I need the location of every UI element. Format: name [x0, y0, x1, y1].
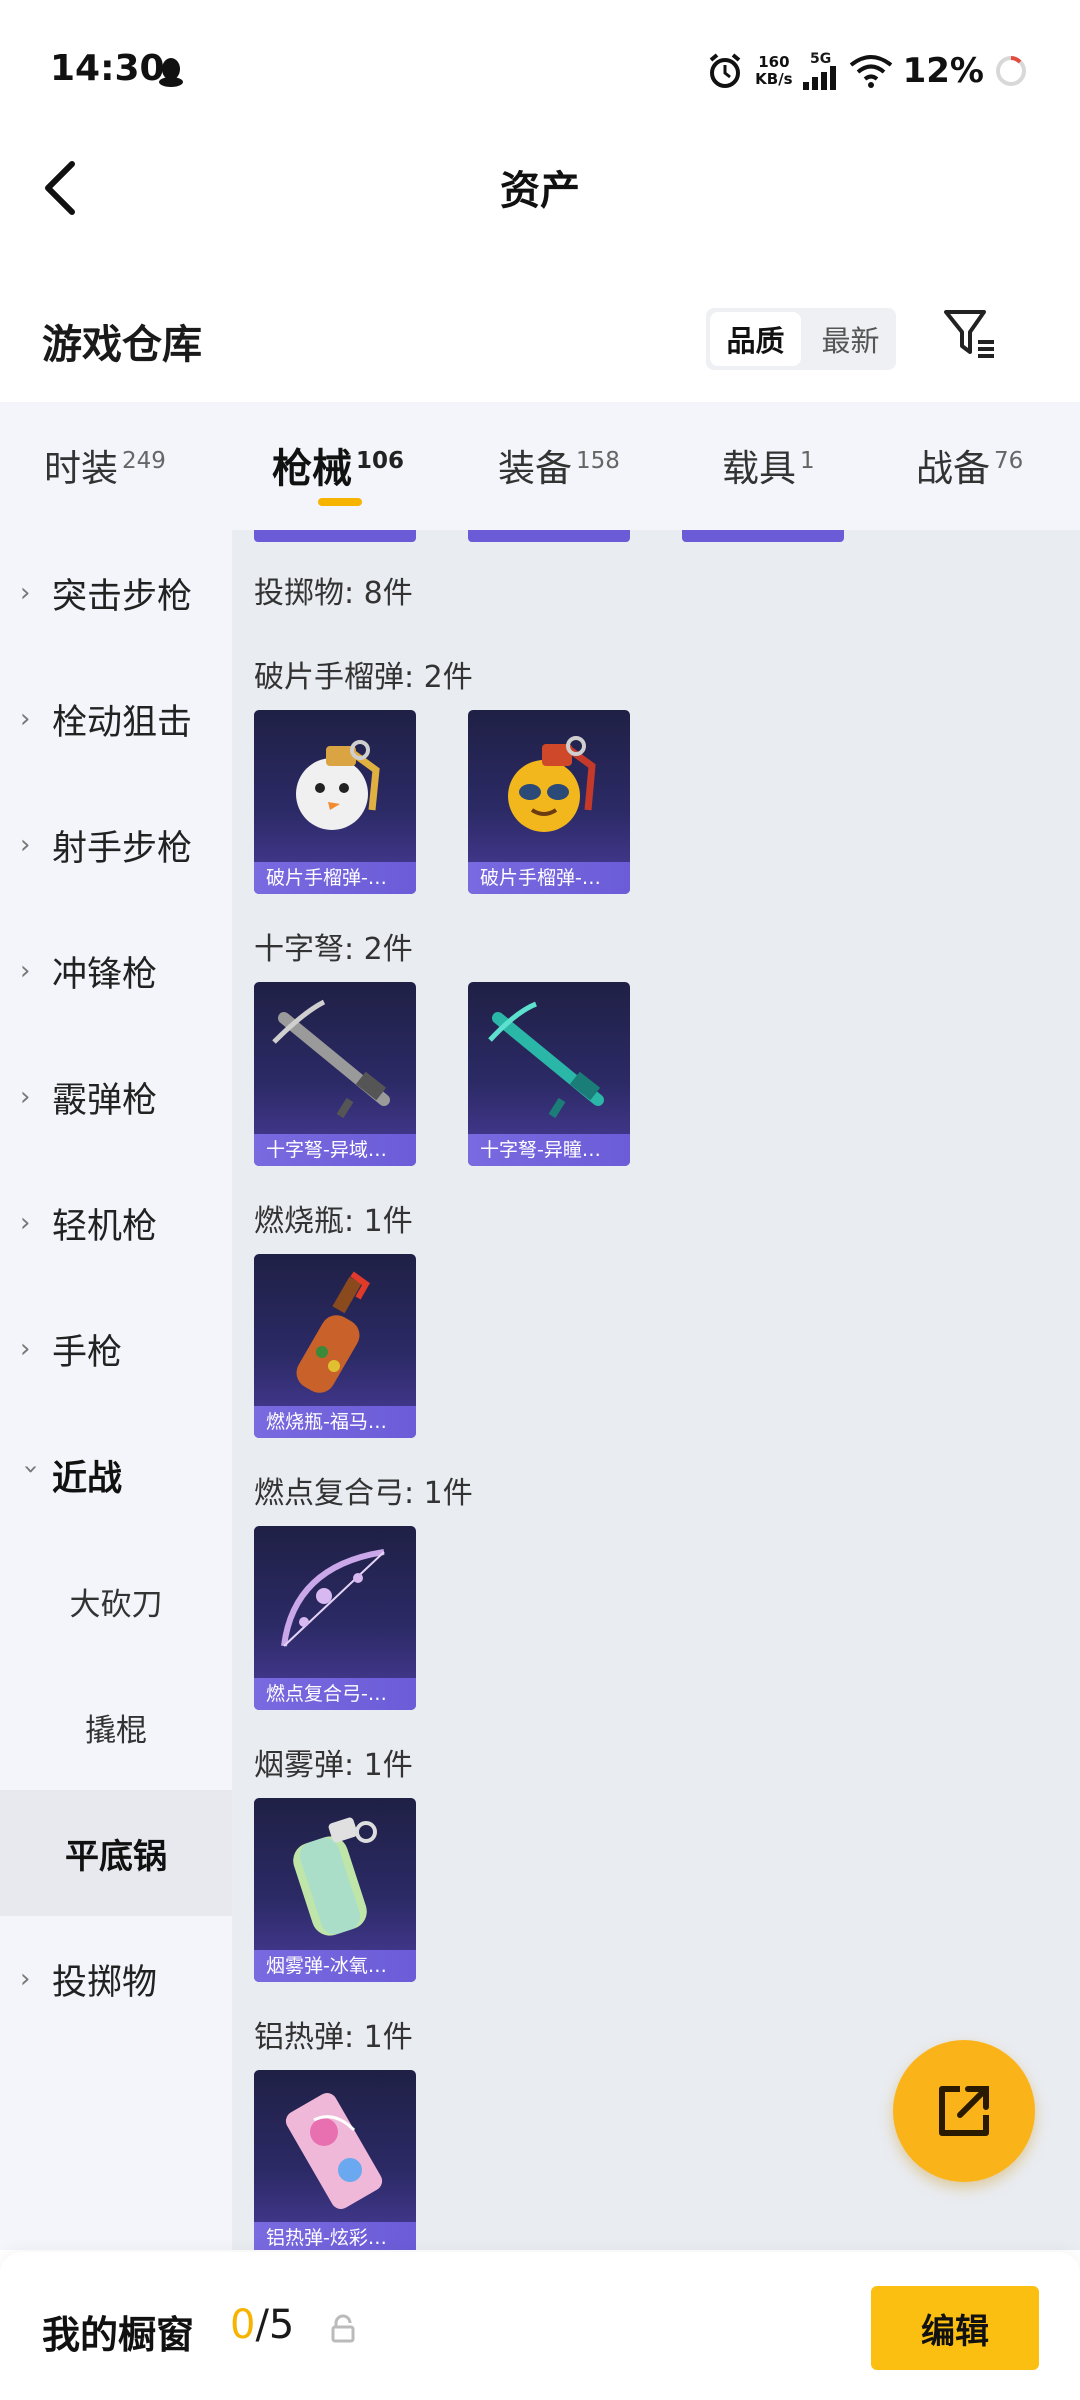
item-name: 燃点复合弓-… [254, 1678, 416, 1710]
throwables-summary: 投掷物: 8件 [254, 576, 413, 611]
item-card-partial[interactable] [254, 530, 416, 542]
item-name: 破片手榴弹-… [468, 862, 630, 894]
item-card[interactable]: 燃点复合弓-… [254, 1526, 416, 1710]
chevron-right-icon: › [20, 1208, 31, 1238]
item-name: 十字弩-异瞳… [468, 1134, 630, 1166]
smoke-grenade-icon [293, 1817, 377, 1936]
emoji-grenade-icon [508, 736, 596, 832]
sort-newest-option[interactable]: 最新 [805, 308, 896, 370]
chevron-right-icon: › [20, 830, 31, 860]
section-title: 燃烧瓶: 1件 [254, 1204, 413, 1239]
sidebar-item-pistol[interactable]: › 手枪 [0, 1286, 232, 1412]
item-card[interactable]: 烟雾弹-冰氧… [254, 1798, 416, 1982]
weapon-category-sidebar: › 突击步枪 › 栓动狙击 › 射手步枪 › 冲锋枪 › 霰弹枪 › 轻机枪 › 手枪 › 近战… [0, 530, 232, 2250]
item-card-partial[interactable] [468, 530, 630, 542]
chevron-right-icon: › [20, 956, 31, 986]
sidebar-item-bolt-sniper[interactable]: › 栓动狙击 [0, 656, 232, 782]
sidebar-item-smg[interactable]: › 冲锋枪 [0, 908, 232, 1034]
signal-5g-icon: 5G [802, 52, 839, 90]
showcase-count: 0/5 [230, 2302, 295, 2348]
sidebar-item-marksman-rifle[interactable]: › 射手步枪 [0, 782, 232, 908]
item-name: 十字弩-异域… [254, 1134, 416, 1166]
sidebar-subitem-pan[interactable]: 平底锅 [0, 1790, 232, 1916]
molotov-bottle-icon [296, 1271, 370, 1393]
sidebar-item-shotgun[interactable]: › 霰弹枪 [0, 1034, 232, 1160]
item-card[interactable]: 铝热弹-炫彩… [254, 2070, 416, 2250]
status-bar: 14:30 160 KB/s 5G 12% [0, 0, 1080, 140]
section-title: 铝热弹: 1件 [254, 2020, 413, 2055]
category-tabs: 时装 249 枪械 106 装备 158 载具 1 战备 76 [0, 402, 1080, 530]
sidebar-item-melee[interactable]: › 近战 [0, 1412, 232, 1538]
item-card[interactable]: 破片手榴弹-… [468, 710, 630, 894]
filter-icon[interactable] [940, 304, 1000, 364]
wifi-icon [849, 55, 892, 88]
chevron-right-icon: › [20, 1334, 31, 1364]
page-title: 资产 [500, 168, 580, 214]
item-grid-panel: 投掷物: 8件 破片手榴弹: 2件 破片手榴弹-… 破片手榴弹-… 十字弩: 2… [232, 530, 1080, 2250]
crossbow-icon [272, 999, 390, 1119]
battery-level: 12% [902, 51, 984, 91]
tab-fashion[interactable]: 时装 249 [44, 438, 166, 492]
qq-icon [159, 58, 183, 87]
compound-bow-icon [281, 1549, 385, 1647]
chevron-right-icon: › [20, 1082, 31, 1112]
network-speed: 160 KB/s [755, 53, 793, 88]
tab-firearms[interactable]: 枪械 106 [272, 436, 404, 494]
sidebar-subitem-machete[interactable]: 大砍刀 [0, 1538, 232, 1664]
share-export-button[interactable] [893, 2040, 1035, 2182]
sort-toggle: 品质 最新 [706, 308, 896, 370]
tab-equipment[interactable]: 装备 158 [498, 438, 620, 492]
tab-vehicles[interactable]: 载具 1 [722, 438, 815, 492]
chevron-right-icon: › [20, 704, 31, 734]
tab-combat-supplies[interactable]: 战备 76 [916, 438, 1023, 492]
chevron-right-icon: › [20, 1964, 31, 1994]
item-name: 燃烧瓶-福马… [254, 1406, 416, 1438]
lock-icon [331, 2314, 355, 2343]
top-nav: 资产 [0, 140, 1080, 235]
item-name: 铝热弹-炫彩… [254, 2222, 416, 2250]
edit-button[interactable]: 编辑 [871, 2286, 1039, 2370]
sort-quality-option[interactable]: 品质 [710, 312, 801, 366]
status-icons: 160 KB/s 5G 12% [705, 46, 1028, 96]
sidebar-item-throwables[interactable]: › 投掷物 [0, 1916, 232, 2042]
section-title: 烟雾弹: 1件 [254, 1748, 413, 1783]
alarm-icon [709, 53, 741, 88]
item-card[interactable]: 燃烧瓶-福马… [254, 1254, 416, 1438]
section-title: 燃点复合弓: 1件 [254, 1476, 473, 1511]
item-card-partial[interactable] [682, 530, 844, 542]
section-title: 破片手榴弹: 2件 [254, 660, 473, 695]
item-card[interactable]: 破片手榴弹-… [254, 710, 416, 894]
sidebar-item-lmg[interactable]: › 轻机枪 [0, 1160, 232, 1286]
chevron-down-icon: › [16, 1464, 46, 1475]
item-name: 破片手榴弹-… [254, 862, 416, 894]
chevron-right-icon: › [20, 578, 31, 608]
item-card[interactable]: 十字弩-异域… [254, 982, 416, 1166]
sidebar-subitem-crowbar[interactable]: 撬棍 [0, 1664, 232, 1790]
external-link-icon [939, 2086, 989, 2136]
crossbow-icon [488, 1001, 604, 1119]
warehouse-header: 游戏仓库 品质 最新 [0, 290, 1080, 390]
active-tab-indicator [318, 498, 362, 506]
item-name: 烟雾弹-冰氧… [254, 1950, 416, 1982]
warehouse-title: 游戏仓库 [42, 322, 202, 368]
section-title: 十字弩: 2件 [254, 932, 413, 967]
battery-ring-icon [996, 56, 1026, 86]
sidebar-item-assault-rifle[interactable]: › 突击步枪 [0, 530, 232, 656]
thermite-grenade-icon [285, 2093, 383, 2209]
showcase-label: 我的橱窗 [42, 2313, 195, 2357]
snowman-grenade-icon [296, 740, 380, 830]
showcase-bar: 我的橱窗 0/5 编辑 [0, 2252, 1080, 2400]
status-time: 14:30 [50, 48, 165, 89]
item-card[interactable]: 十字弩-异瞳… [468, 982, 630, 1166]
